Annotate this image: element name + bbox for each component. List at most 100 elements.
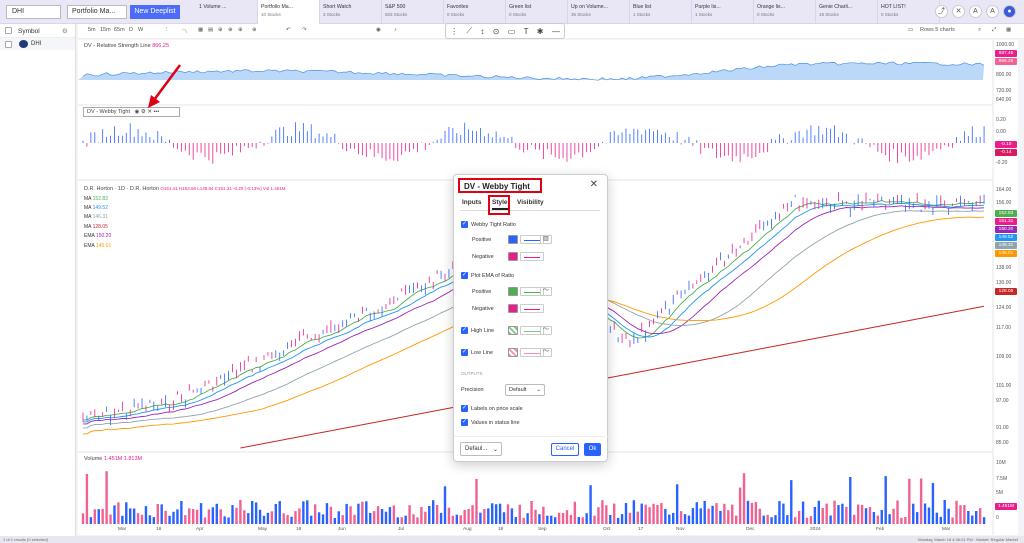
tab-orange-list[interactable]: Orange lis... 0 Stocks [754, 0, 816, 24]
magic-tool-icon[interactable]: ✱ [537, 27, 544, 36]
camera-icon[interactable]: ◉ [376, 27, 381, 33]
webby-ratio-row[interactable]: ✓ Webby Tight Ratio [461, 221, 516, 228]
font-size-icon[interactable]: A [969, 5, 982, 18]
alert-icon[interactable]: ⊕ [228, 27, 233, 33]
layout-grid-icon[interactable]: ▦ [1006, 27, 1011, 33]
comment-icon[interactable]: ▭ [508, 27, 516, 36]
timeframe-w[interactable]: W [138, 27, 143, 33]
horizontal-line-icon[interactable]: — [552, 27, 560, 36]
high-line-row[interactable]: ✓ High Line [461, 327, 494, 334]
labels-scale-row[interactable]: ✓ Labels on price scale [461, 405, 523, 412]
tab-up-on-volume[interactable]: Up on Volume... 36 Stocks [568, 0, 630, 24]
circle-tool-icon[interactable]: ⊙ [493, 27, 500, 36]
tab-sp500[interactable]: S&P 500 503 Stocks [382, 0, 444, 24]
volume-bar [349, 506, 352, 524]
volume-bar [644, 504, 647, 524]
negative-line-style[interactable] [520, 252, 544, 261]
x-icon[interactable]: ✕ [952, 5, 965, 18]
high-line-swatch[interactable] [508, 326, 518, 335]
tab-purple-list[interactable]: Purple lis... 1 Stocks [692, 0, 754, 24]
list-item[interactable]: DHI [0, 38, 75, 50]
price-tick: 91.00 [996, 425, 1009, 431]
portfolio-select[interactable]: Portfolio Ma... [67, 5, 127, 19]
chart-settings-icon[interactable]: ⊕ [252, 27, 257, 33]
low-line-swatch[interactable] [508, 348, 518, 357]
select-all-checkbox[interactable] [5, 27, 12, 34]
tab-inputs[interactable]: Inputs [462, 199, 482, 206]
line-style-icon[interactable]: 〜 [540, 348, 552, 357]
ticker-input[interactable]: DHI [6, 5, 61, 19]
tab-genie-charlie[interactable]: Genie Charli... 19 Stocks [816, 0, 878, 24]
defaults-dropdown[interactable]: Defaul... ⌄ [460, 442, 502, 456]
fullscreen-icon[interactable]: ⤢ [992, 27, 996, 34]
rows-label[interactable]: Rows 5 charts [920, 27, 955, 33]
undo-icon[interactable]: ↶ [286, 27, 291, 33]
tab-blue-list[interactable]: Blue list 1 Stocks [630, 0, 692, 24]
redo-icon[interactable]: ↷ [302, 27, 307, 33]
ema-negative-swatch[interactable] [508, 304, 518, 313]
window-icon[interactable]: ▭ [908, 27, 913, 33]
ema-negative-line[interactable] [520, 304, 544, 313]
volume-bar [282, 513, 285, 524]
ema-positive-swatch[interactable] [508, 287, 518, 296]
search-icon[interactable]: ⌕ [978, 27, 981, 34]
ok-button[interactable]: Ok [584, 443, 601, 456]
checkbox-checked-icon[interactable]: ✓ [461, 221, 468, 228]
timeframe-d[interactable]: D [129, 27, 133, 33]
volume-bar [699, 508, 702, 524]
vertical-line-icon[interactable]: ↕ [480, 27, 484, 36]
tab-hot-list[interactable]: HOT LIST! 0 Stocks [878, 0, 940, 24]
new-deeplist-button[interactable]: New Deeplist [130, 5, 180, 19]
tab-favorites[interactable]: Favorites 0 Stocks [444, 0, 506, 24]
layout-icon[interactable]: ▦ [198, 27, 203, 33]
tab-1-volume[interactable]: 1 Volume ... [196, 0, 258, 24]
positive-color-swatch[interactable] [508, 235, 518, 244]
eye-icon[interactable]: ◉ [135, 109, 140, 115]
avatar[interactable]: ● [1003, 5, 1016, 18]
histogram-style-icon[interactable]: ▥ [540, 235, 552, 244]
row-checkbox[interactable] [5, 41, 12, 48]
checkbox-checked-icon[interactable]: ✓ [461, 405, 468, 412]
timeframe-5m[interactable]: 5m [88, 27, 96, 33]
volume-bar [738, 487, 742, 524]
tab-portfolio[interactable]: Portfolio Ma... 10 Stocks [258, 0, 320, 24]
values-status-row[interactable]: ✓ Values in status line [461, 419, 520, 426]
layout-icon-2[interactable]: ▤ [208, 27, 213, 33]
volume-bar [97, 509, 100, 524]
volume-bar [668, 514, 671, 524]
checkbox-checked-icon[interactable]: ✓ [461, 327, 468, 334]
volume-bar [652, 503, 655, 524]
settings-icon[interactable]: ⚙ [62, 27, 68, 35]
candle-type-icon[interactable]: ⫶ [166, 27, 167, 34]
trendline-icon[interactable]: ⟋ [466, 26, 472, 36]
tab-visibility[interactable]: Visibility [517, 199, 544, 206]
text-icon[interactable]: A [986, 5, 999, 18]
timeframe-65m[interactable]: 65m [114, 27, 125, 33]
precision-select[interactable]: Default ⌄ [505, 384, 545, 396]
negative-color-swatch[interactable] [508, 252, 518, 261]
low-line-row[interactable]: ✓ Low Line [461, 349, 493, 356]
text-tool-icon[interactable]: T [524, 27, 529, 36]
indicators-icon[interactable]: 〽 [182, 27, 188, 35]
cancel-button[interactable]: Cancel [551, 443, 579, 456]
checkbox-checked-icon[interactable]: ✓ [461, 349, 468, 356]
volume-bar [89, 517, 93, 524]
close-icon[interactable]: ✕ [590, 179, 598, 190]
bell-icon[interactable]: ♪ [394, 27, 397, 33]
drag-handle-icon[interactable]: ⋮ [450, 27, 458, 36]
timeframe-15m[interactable]: 15m [100, 27, 111, 33]
share-icon[interactable]: ⤴ [935, 5, 948, 18]
line-style-icon[interactable]: 〜 [540, 287, 552, 296]
volume-bar [483, 509, 486, 524]
volume-bar [487, 508, 490, 524]
tab-short-watch[interactable]: Short Watch 3 Stocks [320, 0, 382, 24]
compare-icon[interactable]: ⊕ [218, 27, 223, 33]
volume-bar [207, 509, 211, 524]
line-style-icon[interactable]: 〜 [540, 326, 552, 335]
tab-green-list[interactable]: Green list 0 Stocks [506, 0, 568, 24]
replay-icon[interactable]: ⊕ [238, 27, 243, 33]
plot-ema-row[interactable]: ✓ Plot EMA of Ratio [461, 272, 514, 279]
checkbox-checked-icon[interactable]: ✓ [461, 272, 468, 279]
volume-bar [636, 511, 640, 524]
checkbox-checked-icon[interactable]: ✓ [461, 419, 468, 426]
